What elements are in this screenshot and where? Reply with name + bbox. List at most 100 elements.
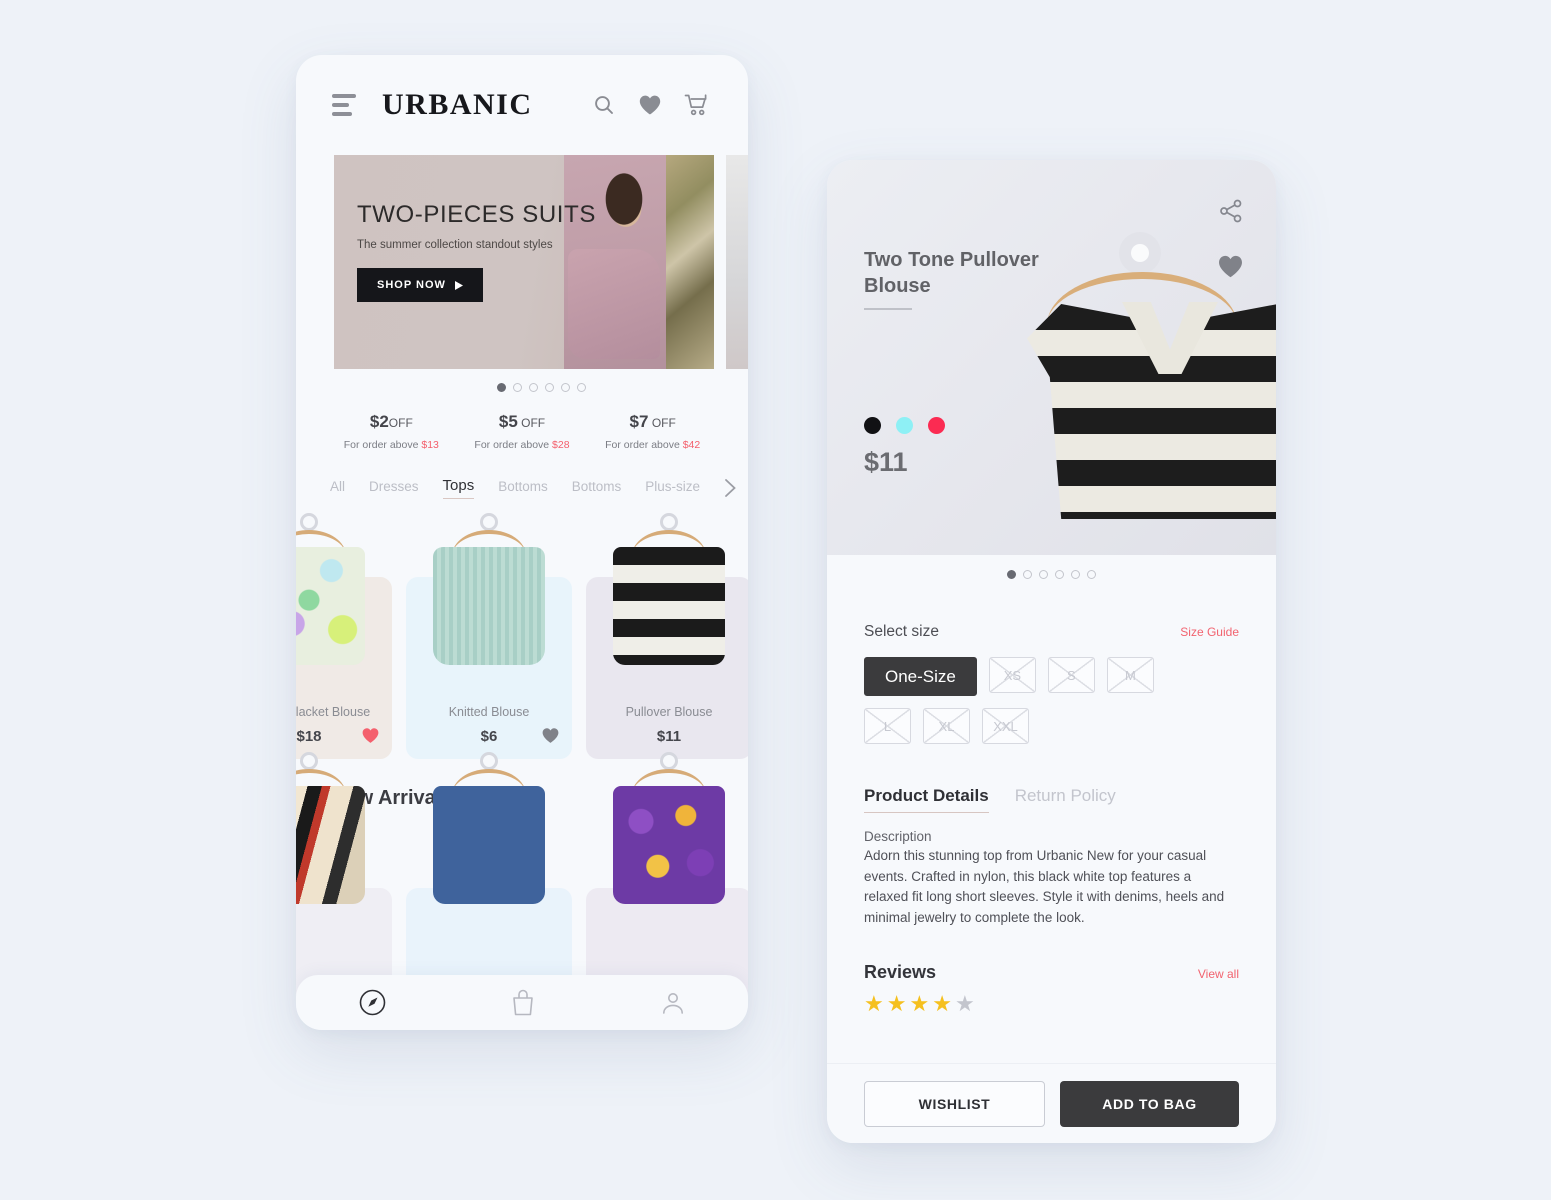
image-dot[interactable] — [1023, 570, 1032, 579]
category-tab-plus-size[interactable]: Plus-size — [645, 479, 700, 498]
product-heart-icon[interactable] — [361, 727, 380, 749]
color-swatch-black[interactable] — [864, 417, 881, 434]
product-garment-image — [1027, 232, 1276, 532]
hero-dot[interactable] — [496, 383, 506, 392]
bag-icon[interactable] — [510, 989, 536, 1017]
hero-slide[interactable]: TWO-PIECES SUITS The summer collection s… — [334, 155, 714, 369]
share-icon[interactable] — [1218, 198, 1244, 224]
hero-dot[interactable] — [576, 383, 586, 392]
image-dot[interactable] — [1071, 570, 1080, 579]
offer-condition-value: $13 — [421, 439, 439, 451]
new-arrivals-carousel[interactable] — [296, 752, 748, 998]
size-option-m[interactable]: M — [1106, 657, 1154, 693]
category-tab-bottoms[interactable]: Bottoms — [498, 479, 548, 498]
color-swatch-group[interactable] — [864, 417, 945, 434]
star-filled-icon[interactable]: ★ — [864, 991, 887, 1016]
profile-icon[interactable] — [660, 990, 686, 1016]
product-image — [296, 513, 384, 691]
offer-condition-prefix: For order above — [343, 439, 422, 451]
product-image — [414, 513, 564, 691]
hero-dot[interactable] — [528, 383, 538, 392]
product-name: Knitted Blouse — [448, 705, 530, 719]
offer-off-label: OFF — [521, 416, 546, 430]
category-tabs[interactable]: All Dresses Tops Bottoms Bottoms Plus-si… — [296, 477, 748, 499]
title-underline — [864, 308, 912, 310]
size-options[interactable]: One-Size XS S M L XL XXL — [864, 657, 1154, 744]
star-filled-icon[interactable]: ★ — [932, 991, 955, 1016]
product-card[interactable]: Pullover Blouse $11 — [586, 513, 748, 759]
product-heart-icon[interactable] — [541, 727, 560, 749]
category-tab-bottoms-2[interactable]: Bottoms — [572, 479, 622, 498]
tab-product-details[interactable]: Product Details — [864, 786, 989, 813]
shop-now-button[interactable]: SHOP NOW — [357, 268, 483, 302]
offer-amount: $2 — [369, 412, 389, 431]
size-option-l[interactable]: L — [864, 708, 911, 744]
offer-off-label: OFF — [651, 416, 676, 430]
product-name: Button Placket Blouse — [296, 705, 371, 719]
compass-icon[interactable] — [358, 988, 387, 1017]
offer-off-label: OFF — [388, 416, 413, 430]
hanger-hook-icon — [480, 752, 498, 770]
product-image — [594, 513, 744, 691]
description-text: Adorn this stunning top from Urbanic New… — [864, 848, 1225, 925]
rating-stars[interactable]: ★★★★★ — [864, 991, 1239, 1017]
reviews-title: Reviews — [864, 962, 937, 983]
size-option-xl[interactable]: XL — [923, 708, 970, 744]
image-dot[interactable] — [1087, 570, 1096, 579]
color-swatch-cyan[interactable] — [896, 417, 913, 434]
brand-logo: URBANIC — [382, 88, 533, 121]
wishlist-button[interactable]: WISHLIST — [864, 1080, 1045, 1127]
size-option-xs[interactable]: XS — [988, 657, 1036, 693]
category-next-chevron-icon[interactable] — [724, 478, 737, 498]
offer-item[interactable]: $2OFF For order above $13 — [326, 412, 457, 451]
offer-amount: $7 — [629, 412, 649, 431]
product-carousel[interactable]: Button Placket Blouse $18 Knitted Blouse… — [296, 513, 748, 759]
heart-icon[interactable] — [638, 94, 662, 116]
star-filled-icon[interactable]: ★ — [887, 991, 910, 1016]
star-filled-icon[interactable]: ★ — [909, 991, 932, 1016]
hanger-hook-icon — [300, 513, 318, 531]
view-all-reviews-link[interactable]: View all — [1198, 967, 1239, 981]
hero-next-slide-preview[interactable] — [726, 155, 748, 369]
offer-item[interactable]: $5 OFF For order above $28 — [457, 412, 588, 451]
size-option-s[interactable]: S — [1047, 657, 1095, 693]
color-swatch-pink[interactable] — [928, 417, 945, 434]
product-card[interactable]: Button Placket Blouse $18 — [296, 513, 392, 759]
product-name: Pullover Blouse — [625, 705, 713, 719]
size-option-xxl[interactable]: XXL — [982, 708, 1029, 744]
garment-image — [296, 547, 365, 665]
reviews-header: Reviews View all — [864, 962, 1239, 983]
header-icon-group — [592, 93, 710, 117]
product-image-pagination-dots[interactable] — [827, 555, 1276, 579]
image-dot[interactable] — [1055, 570, 1064, 579]
hero-dot[interactable] — [544, 383, 554, 392]
product-image — [296, 752, 384, 930]
add-to-bag-button[interactable]: ADD TO BAG — [1060, 1080, 1239, 1127]
product-image — [594, 752, 744, 930]
offer-item[interactable]: $7 OFF For order above $42 — [587, 412, 718, 451]
hero-carousel[interactable]: TWO-PIECES SUITS The summer collection s… — [296, 155, 748, 392]
category-tab-dresses[interactable]: Dresses — [369, 479, 419, 498]
garment-image — [296, 786, 365, 904]
tab-return-policy[interactable]: Return Policy — [1015, 786, 1116, 812]
description-label: Description — [864, 829, 932, 844]
image-dot[interactable] — [1039, 570, 1048, 579]
hero-dot[interactable] — [560, 383, 570, 392]
product-card[interactable]: Knitted Blouse $6 — [406, 513, 572, 759]
detail-footer-actions: WISHLIST ADD TO BAG — [827, 1063, 1276, 1143]
detail-tabs[interactable]: Product Details Return Policy — [864, 786, 1239, 813]
category-tab-all[interactable]: All — [330, 479, 345, 498]
hanger-hook-icon — [300, 752, 318, 770]
image-dot[interactable] — [1007, 570, 1016, 579]
hamburger-menu-icon[interactable] — [332, 94, 358, 116]
category-tab-tops[interactable]: Tops — [442, 477, 475, 499]
star-empty-icon[interactable]: ★ — [955, 991, 978, 1016]
hero-subtitle: The summer collection standout styles — [357, 239, 553, 251]
size-option-one-size[interactable]: One-Size — [864, 657, 977, 696]
search-icon[interactable] — [592, 93, 616, 117]
hero-dot[interactable] — [512, 383, 522, 392]
home-screen-phone: URBANIC TWO-PIECES SUITS The summer coll… — [296, 55, 748, 1030]
cart-icon[interactable] — [684, 93, 710, 117]
hero-pagination-dots[interactable] — [334, 383, 748, 392]
size-guide-link[interactable]: Size Guide — [1180, 625, 1239, 639]
